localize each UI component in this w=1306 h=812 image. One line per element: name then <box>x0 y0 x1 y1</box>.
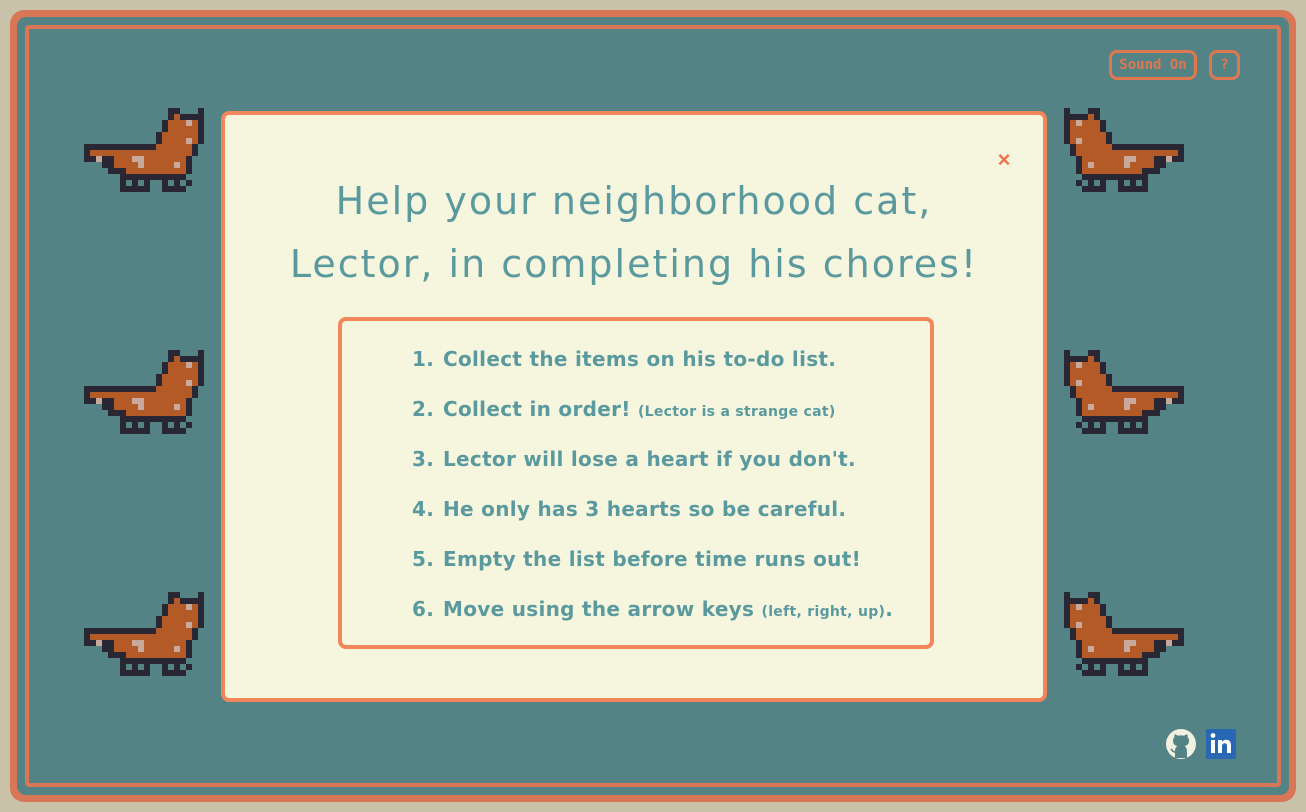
rule-note: (Lector is a strange cat) <box>637 404 836 420</box>
cat-sprite-left-2 <box>84 350 224 460</box>
cat-sprite-left-1 <box>84 108 224 218</box>
cat-sprite-left-3 <box>84 592 224 702</box>
rule-number: 6. <box>412 597 435 621</box>
rule-number: 2. <box>412 397 435 421</box>
rule-tail: . <box>885 597 894 621</box>
rule-text: He only has 3 hearts so be careful. <box>443 497 847 521</box>
modal-title-line-1: Help your neighborhood cat, <box>335 179 933 223</box>
rule-item: 2. Collect in order! (Lector is a strange… <box>412 393 893 443</box>
sound-toggle-button[interactable]: Sound On <box>1109 50 1197 80</box>
rule-text: Empty the list before time runs out! <box>443 547 862 571</box>
modal-title-line-2: Lector, in completing his chores! <box>289 242 979 286</box>
cat-sprite-right-1 <box>1064 108 1204 218</box>
rule-note: (left, right, up) <box>761 604 886 620</box>
rule-text: Collect the items on his to-do list. <box>443 347 837 371</box>
linkedin-icon[interactable] <box>1205 728 1237 760</box>
rule-item: 1. Collect the items on his to-do list. <box>412 343 893 393</box>
modal-title: Help your neighborhood cat, Lector, in c… <box>225 170 1043 296</box>
rule-text: Move using the arrow keys <box>443 597 755 621</box>
rule-number: 3. <box>412 447 435 471</box>
rule-number: 5. <box>412 547 435 571</box>
cat-sprite-right-2 <box>1064 350 1204 460</box>
rules-box: 1. Collect the items on his to-do list. 2… <box>338 317 934 649</box>
rule-text: Lector will lose a heart if you don't. <box>443 447 856 471</box>
rule-item: 6. Move using the arrow keys (left, right… <box>412 593 893 643</box>
rule-number: 4. <box>412 497 435 521</box>
help-button[interactable]: ? <box>1209 50 1240 80</box>
cat-sprite-right-3 <box>1064 592 1204 702</box>
rule-item: 3. Lector will lose a heart if you don't. <box>412 443 893 493</box>
rule-item: 5. Empty the list before time runs out! <box>412 543 893 593</box>
instructions-modal: × Help your neighborhood cat, Lector, in… <box>221 111 1047 702</box>
github-icon[interactable] <box>1165 728 1197 760</box>
rule-number: 1. <box>412 347 435 371</box>
rules-list: 1. Collect the items on his to-do list. 2… <box>412 343 893 643</box>
rule-text: Collect in order! <box>443 397 631 421</box>
rule-item: 4. He only has 3 hearts so be careful. <box>412 493 893 543</box>
